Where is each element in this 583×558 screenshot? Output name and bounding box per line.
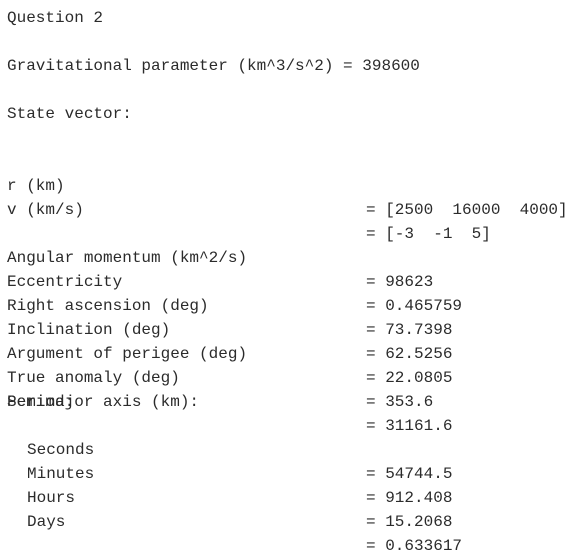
period-title: Period:: [7, 393, 75, 411]
inclination-row: Inclination (deg) = 62.5256: [7, 294, 577, 363]
state-vector-row-v: v (km/s) = [-3 -1 5]: [7, 174, 577, 243]
angular-momentum-row: Angular momentum (km^2/s) = 98623: [7, 222, 577, 291]
question-heading: Question 2: [7, 9, 104, 27]
true-anomaly-row: True anomaly (deg) = 353.6: [7, 342, 577, 411]
row-value: = [2500 16000 4000]: [366, 201, 568, 219]
console-output: { "heading": "Question 2", "gravitationa…: [0, 0, 583, 555]
state-vector-row-r: r (km) = [2500 16000 4000]: [7, 150, 577, 219]
semimajor-axis-row: Semimajor axis (km): = 31161.6: [7, 366, 577, 435]
row-value: = 15.2068: [366, 513, 453, 531]
row-label: v (km/s): [7, 201, 84, 219]
period-minutes-row: Minutes = 912.408: [7, 438, 577, 507]
period-seconds-row: Seconds = 54744.5: [7, 414, 577, 483]
row-value: = 0.633617: [366, 537, 463, 555]
period-hours-row: Hours = 15.2068: [7, 462, 577, 531]
row-label: Days: [27, 513, 66, 531]
period-days-row: Days = 0.633617: [7, 486, 577, 555]
state-vector-title: State vector:: [7, 105, 132, 123]
argument-of-perigee-row: Argument of perigee (deg) = 22.0805: [7, 318, 577, 387]
eccentricity-row: Eccentricity = 0.465759: [7, 246, 577, 315]
right-ascension-row: Right ascension (deg) = 73.7398: [7, 270, 577, 339]
gravitational-parameter-line: Gravitational parameter (km^3/s^2) = 398…: [7, 57, 420, 75]
row-value: = 353.6: [366, 393, 434, 411]
